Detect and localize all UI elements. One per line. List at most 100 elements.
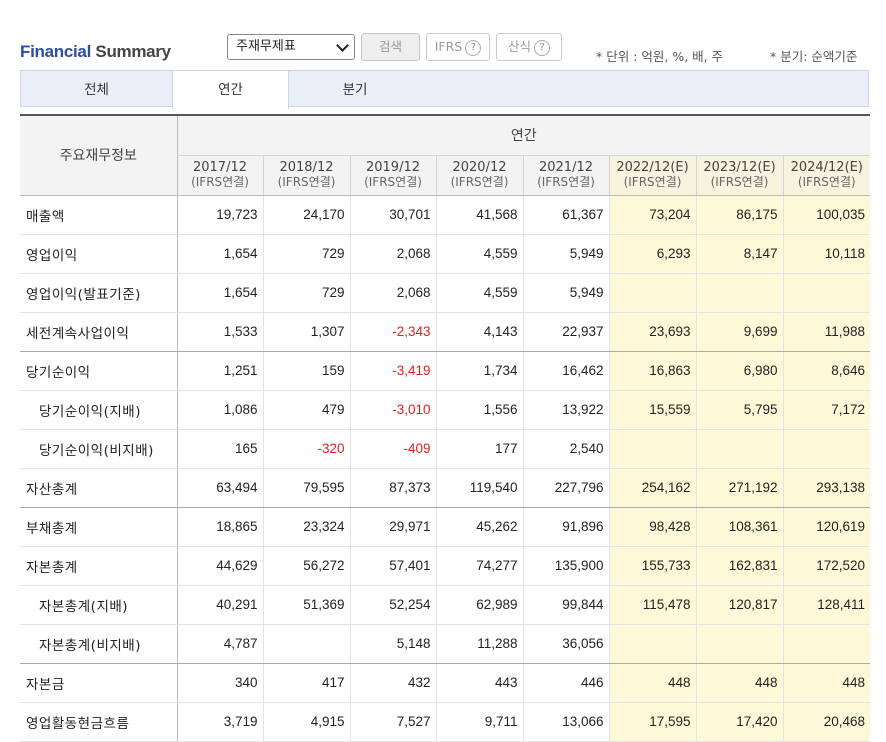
row-label: 자본총계 [20, 546, 177, 586]
table-row: 자본금 340 417 432 443 446 448 448 448 [20, 663, 870, 703]
table-row: 당기순이익(비지배) 165 -320 -409 177 2,540 [20, 429, 870, 469]
ifrs-help-button[interactable]: IFRS? [426, 33, 490, 61]
table-cell: 98,428 [608, 507, 696, 547]
table-cell [782, 429, 870, 469]
table-cell: 45,262 [435, 507, 523, 547]
table-row: 당기순이익(지배) 1,086 479 -3,010 1,556 13,922 15,559… [20, 390, 870, 430]
row-label: 자본총계(지배) [20, 585, 177, 625]
annual-period-header: 연간 [176, 115, 870, 156]
table-cell: 73,204 [608, 195, 696, 235]
table-row: 자본총계 44,629 56,272 57,401 74,277 135,900 155,7… [20, 546, 870, 586]
column-header: 2021/12 (IFRS연결) [522, 155, 609, 196]
table-cell: 1,251 [176, 351, 263, 391]
table-cell: 1,533 [176, 312, 263, 352]
table-cell: 41,568 [435, 195, 523, 235]
table-cell: 63,494 [176, 468, 263, 508]
table-cell: 17,595 [608, 702, 696, 742]
row-label: 자본금 [20, 663, 177, 703]
table-cell: 443 [435, 663, 523, 703]
table-cell: 120,817 [695, 585, 783, 625]
table-row: 자본총계(지배) 40,291 51,369 52,254 62,989 99,844 11… [20, 585, 870, 625]
financial-summary-table: 주요재무정보 연간 2017/12 (IFRS연결) 2018/12 (IFRS연결)… [20, 114, 870, 742]
table-cell: 2,068 [349, 273, 436, 313]
row-label: 당기순이익(비지배) [20, 429, 177, 469]
table-cell [695, 429, 783, 469]
column-header: 2017/12 (IFRS연결) [176, 155, 263, 196]
table-cell: 8,147 [695, 234, 783, 274]
table-cell: -3,419 [349, 351, 436, 391]
column-period: 2022/12(E) [616, 160, 689, 175]
table-cell: 4,787 [176, 624, 263, 664]
table-cell: 159 [262, 351, 350, 391]
tab-all[interactable]: 전체 [21, 71, 172, 108]
table-cell: 15,559 [608, 390, 696, 430]
column-header: 2023/12(E) (IFRS연결) [695, 155, 783, 196]
table-cell: 7,527 [349, 702, 436, 742]
table-cell: 29,971 [349, 507, 436, 547]
table-cell: 128,411 [782, 585, 870, 625]
label-column-header: 주요재무정보 [20, 115, 177, 196]
table-cell: 135,900 [522, 546, 609, 586]
title-part-summary: Summary [91, 42, 171, 61]
row-label: 당기순이익(지배) [20, 390, 177, 430]
table-cell: 177 [435, 429, 523, 469]
table-cell: 7,172 [782, 390, 870, 430]
statement-type-value: 주재무제표 [236, 39, 296, 54]
table-cell: 62,989 [435, 585, 523, 625]
table-cell: 4,143 [435, 312, 523, 352]
table-cell: 3,719 [176, 702, 263, 742]
table-cell: 448 [782, 663, 870, 703]
table-cell: 17,420 [695, 702, 783, 742]
statement-type-select[interactable]: 주재무제표 [227, 34, 355, 60]
table-cell: 2,540 [522, 429, 609, 469]
column-header: 2024/12(E) (IFRS연결) [782, 155, 870, 196]
table-row: 당기순이익 1,251 159 -3,419 1,734 16,462 16,863 6,98… [20, 351, 870, 391]
table-cell [695, 624, 783, 664]
table-cell: 1,086 [176, 390, 263, 430]
table-cell: 448 [608, 663, 696, 703]
table-cell: 16,863 [608, 351, 696, 391]
table-cell: 57,401 [349, 546, 436, 586]
table-cell: 30,701 [349, 195, 436, 235]
table-cell: 44,629 [176, 546, 263, 586]
table-cell: 4,915 [262, 702, 350, 742]
column-period: 2024/12(E) [790, 160, 863, 175]
row-label: 자산총계 [20, 468, 177, 508]
formula-help-button[interactable]: 산식? [496, 33, 562, 61]
tab-annual[interactable]: 연간 [172, 71, 289, 109]
table-cell: 227,796 [522, 468, 609, 508]
table-cell: 4,559 [435, 273, 523, 313]
table-cell: 729 [262, 234, 350, 274]
tab-quarterly[interactable]: 분기 [287, 71, 423, 108]
table-cell: 51,369 [262, 585, 350, 625]
table-cell: 155,733 [608, 546, 696, 586]
table-cell: 19,723 [176, 195, 263, 235]
question-icon: ? [465, 40, 482, 56]
formula-button-label: 산식 [507, 39, 531, 54]
table-cell: 6,980 [695, 351, 783, 391]
table-cell: 61,367 [522, 195, 609, 235]
row-label: 영업이익(발표기준) [20, 273, 177, 313]
row-label: 영업이익 [20, 234, 177, 274]
table-cell: 9,711 [435, 702, 523, 742]
table-cell: 23,693 [608, 312, 696, 352]
table-cell: 1,654 [176, 273, 263, 313]
period-tabs: 전체 연간 분기 [20, 70, 869, 109]
table-cell: 417 [262, 663, 350, 703]
table-row: 영업이익 1,654 729 2,068 4,559 5,949 6,293 8,147 10,… [20, 234, 870, 274]
table-cell: 36,056 [522, 624, 609, 664]
table-cell: -3,010 [349, 390, 436, 430]
table-cell: 432 [349, 663, 436, 703]
column-period: 2017/12 [192, 160, 247, 175]
ifrs-button-label: IFRS [434, 39, 463, 54]
table-cell: 86,175 [695, 195, 783, 235]
table-cell: 254,162 [608, 468, 696, 508]
table-cell: 99,844 [522, 585, 609, 625]
table-cell [608, 429, 696, 469]
page-title: Financial Summary [20, 42, 171, 62]
table-cell: 13,922 [522, 390, 609, 430]
table-cell: 87,373 [349, 468, 436, 508]
search-button[interactable]: 검색 [361, 33, 420, 61]
row-label: 부채총계 [20, 507, 177, 547]
table-cell: 2,068 [349, 234, 436, 274]
